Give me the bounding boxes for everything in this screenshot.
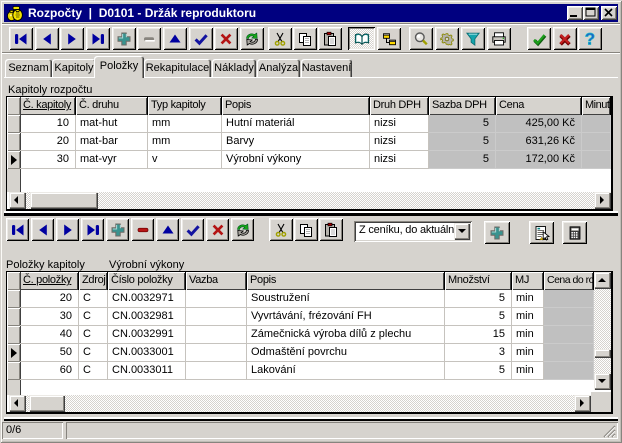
svg-text:?: ? xyxy=(585,31,595,47)
